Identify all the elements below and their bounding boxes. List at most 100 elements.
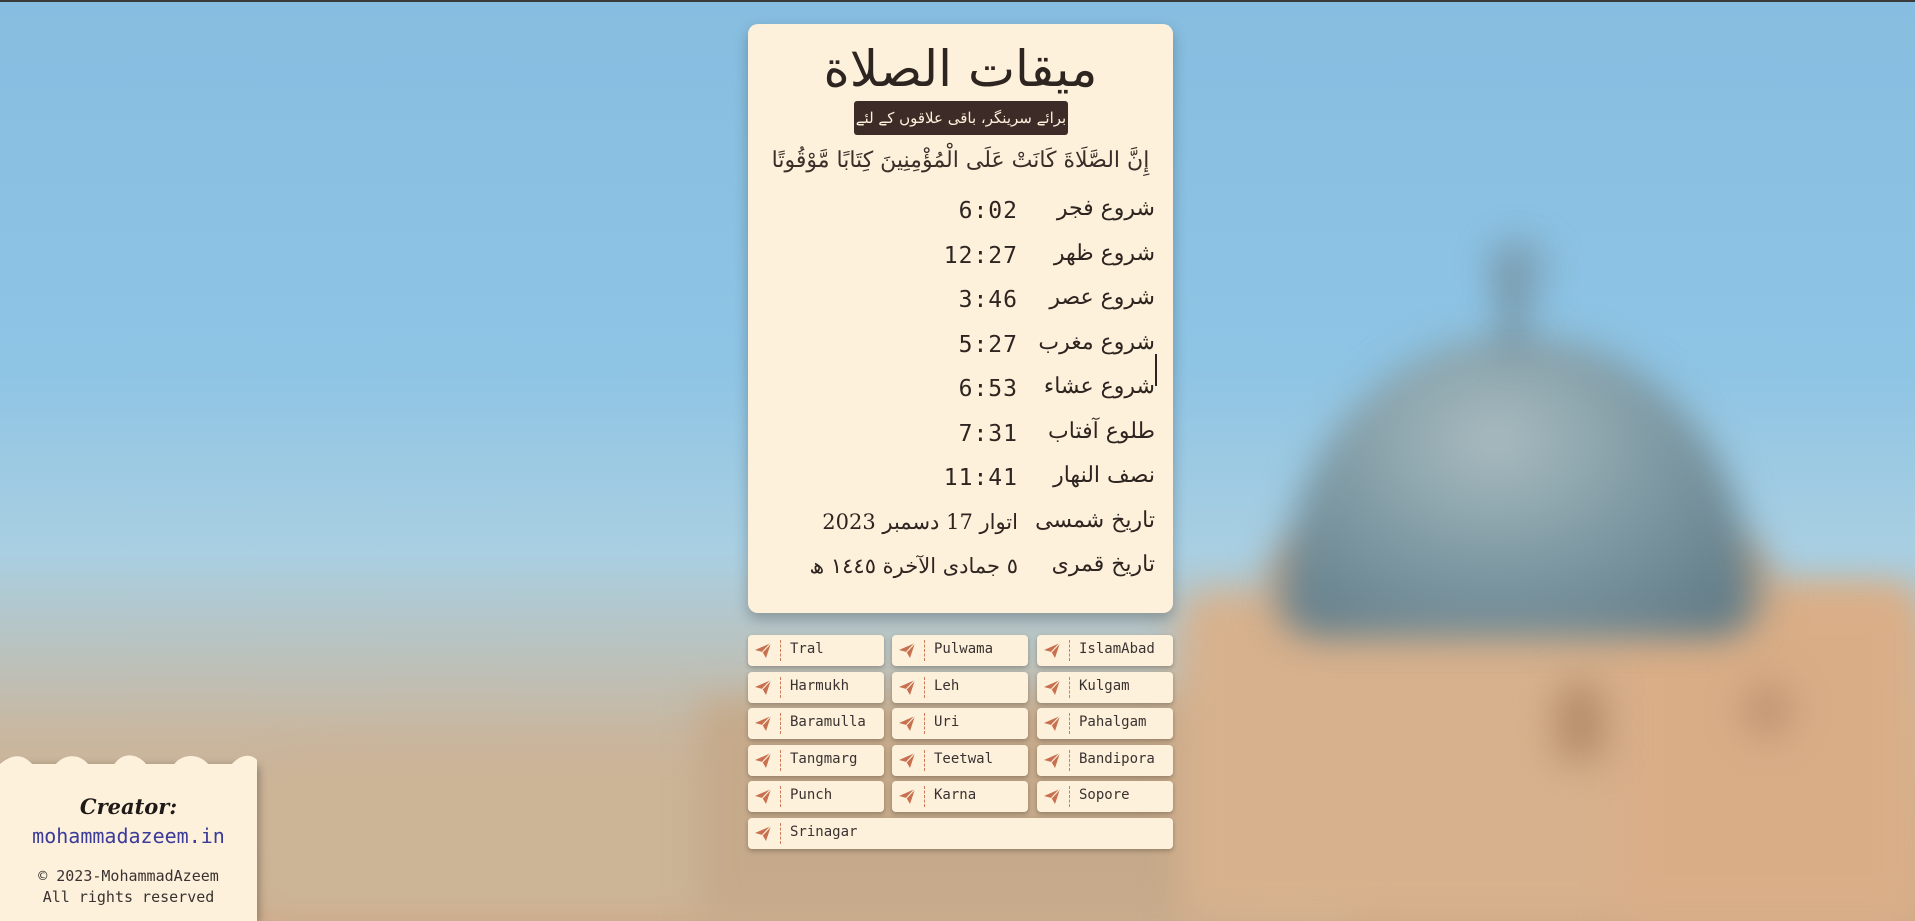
city-name: Kulgam (1079, 677, 1130, 694)
prayer-label: شروع عشاء (1043, 374, 1155, 399)
divider (1069, 749, 1070, 771)
city-button-teetwal[interactable]: Teetwal (892, 744, 1028, 776)
city-name: Pahalgam (1079, 714, 1147, 731)
city-name: IslamAbad (1079, 641, 1155, 657)
divider (924, 676, 925, 698)
city-name: Harmukh (790, 677, 850, 694)
divider (924, 786, 925, 808)
prayer-times-card: ميقات الصلاة برائے سرینگر، باقی علاقوں ک… (748, 24, 1173, 613)
divider (924, 749, 925, 771)
city-button-uri[interactable]: Uri (892, 708, 1028, 740)
page-title: ميقات الصلاة (823, 40, 1098, 98)
torn-paper-edge (0, 755, 257, 780)
prayer-label: طلوع آفتاب (1048, 418, 1155, 444)
send-icon (755, 642, 772, 658)
city-button-srinagar[interactable]: Srinagar (748, 818, 1173, 849)
creator-label: Creator: (79, 794, 178, 819)
prayer-time: 6:02 (958, 198, 1018, 224)
prayer-time: 6:53 (958, 376, 1018, 402)
city-name: Teetwal (934, 750, 994, 767)
city-button-pulwama[interactable]: Pulwama (892, 635, 1028, 666)
city-button-harmukh[interactable]: Harmukh (748, 671, 884, 703)
prayer-row: شروع ظهر 12:27 (748, 241, 1173, 286)
prayer-row: شروع عصر 3:46 (748, 285, 1173, 330)
divider (780, 786, 781, 808)
city-button-punch[interactable]: Punch (748, 781, 884, 813)
prayer-label: شروع فجر (1056, 196, 1155, 221)
send-icon (899, 715, 916, 732)
dome (1285, 335, 1750, 635)
prayer-time: 5:27 (958, 331, 1018, 358)
prayer-label: تاريخ قمری (1051, 552, 1155, 577)
city-button-pahalgam[interactable]: Pahalgam (1037, 708, 1173, 740)
divider (780, 713, 781, 735)
date-value: ٥ جمادى الآخرة ١٤٤٥ ھ (809, 554, 1018, 578)
prayer-time: 12:27 (943, 242, 1018, 269)
city-button-leh[interactable]: Leh (892, 671, 1028, 703)
divider (1069, 713, 1070, 735)
city-button-baramulla[interactable]: Baramulla (748, 708, 884, 740)
send-icon (1044, 788, 1061, 805)
send-icon (755, 752, 772, 768)
send-icon (755, 679, 772, 695)
divider (780, 676, 781, 698)
divider (924, 640, 925, 661)
copyright-line: © 2023-MohammadAzeem (38, 867, 219, 885)
footer-card: Creator: mohammadazeem.in © 2023-Mohamma… (0, 755, 257, 921)
city-button-islamabad[interactable]: IslamAbad (1037, 635, 1173, 666)
divider (780, 640, 781, 661)
city-name: Leh (934, 677, 960, 694)
prayer-time: 11:41 (943, 465, 1018, 491)
prayer-row: شروع مغرب 5:27 (748, 330, 1173, 375)
prayer-row: نصف النهار 11:41 (748, 463, 1173, 508)
prayer-time: 7:31 (958, 420, 1018, 447)
prayer-label: شروع ظهر (1053, 240, 1155, 266)
prayer-row: تاريخ شمسی اتوار 17 دسمبر 2023 (748, 508, 1173, 553)
city-button-kulgam[interactable]: Kulgam (1037, 671, 1173, 703)
prayer-row: تاريخ قمری ٥ جمادى الآخرة ١٤٤٥ ھ (748, 552, 1173, 597)
prayer-label: تاريخ شمسی (1035, 507, 1155, 533)
city-button-tangmarg[interactable]: Tangmarg (748, 744, 884, 776)
prayer-row: شروع فجر 6:02 (748, 196, 1173, 241)
divider (924, 713, 925, 735)
send-icon (899, 679, 916, 695)
send-icon (899, 752, 916, 768)
prayer-label: شروع عصر (1049, 285, 1155, 310)
city-button-tral[interactable]: Tral (748, 635, 884, 666)
city-name: Baramulla (790, 714, 866, 731)
city-name: Punch (790, 787, 833, 804)
city-button-bandipora[interactable]: Bandipora (1037, 744, 1173, 776)
city-name: Bandipora (1079, 750, 1155, 767)
city-name: Tral (790, 641, 824, 657)
send-icon (755, 715, 772, 732)
city-name: Karna (934, 787, 977, 804)
city-name: Sopore (1079, 787, 1130, 804)
rights-line: All rights reserved (42, 888, 215, 906)
prayer-label: شروع مغرب (1038, 329, 1155, 355)
send-icon (1044, 642, 1061, 658)
city-name: Srinagar (790, 824, 858, 840)
copyright: © 2023-MohammadAzeem All rights reserved (0, 866, 257, 908)
city-name: Uri (934, 714, 960, 731)
send-icon (1044, 752, 1061, 768)
send-icon (899, 788, 916, 805)
text-cursor (1155, 354, 1157, 386)
send-icon (755, 825, 772, 841)
quran-verse: إِنَّ الصَّلَاةَ كَانَتْ عَلَى الْمُؤْمِ… (771, 148, 1150, 173)
send-icon (755, 788, 772, 805)
send-icon (1044, 715, 1061, 732)
divider (1069, 786, 1070, 808)
creator-site-link[interactable]: mohammadazeem.in (0, 824, 257, 848)
city-button-karna[interactable]: Karna (892, 781, 1028, 813)
prayer-row: شروع عشاء 6:53 (748, 374, 1173, 419)
send-icon (899, 642, 916, 658)
divider (780, 823, 781, 844)
prayer-row: طلوع آفتاب 7:31 (748, 419, 1173, 464)
divider (1069, 640, 1070, 661)
city-button-sopore[interactable]: Sopore (1037, 781, 1173, 813)
date-value: اتوار 17 دسمبر 2023 (822, 509, 1018, 534)
prayer-times-list: شروع فجر 6:02 شروع ظهر 12:27 شروع عصر 3:46 شرو… (748, 196, 1173, 597)
send-icon (1044, 679, 1061, 695)
divider (780, 749, 781, 771)
city-name: Pulwama (934, 641, 994, 657)
